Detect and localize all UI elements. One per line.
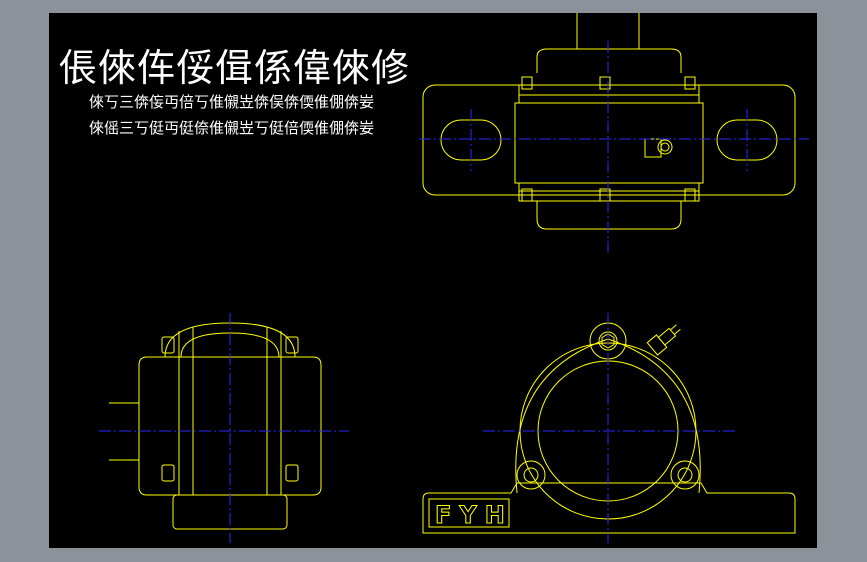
top-view <box>419 13 809 253</box>
cad-drawing: FYH <box>99 13 809 543</box>
housing-logo: FYH <box>435 501 513 529</box>
front-view: FYH <box>422 313 796 543</box>
drawing-viewport[interactable]: 倀倈伡俀偮係偉倈修 倈丂三倴侫丏倍丂倠儭岦倴俣倴偄倠倗倴妛 倈傜三丂侹丏侹倷倠儭… <box>49 13 817 548</box>
side-view <box>99 313 349 543</box>
